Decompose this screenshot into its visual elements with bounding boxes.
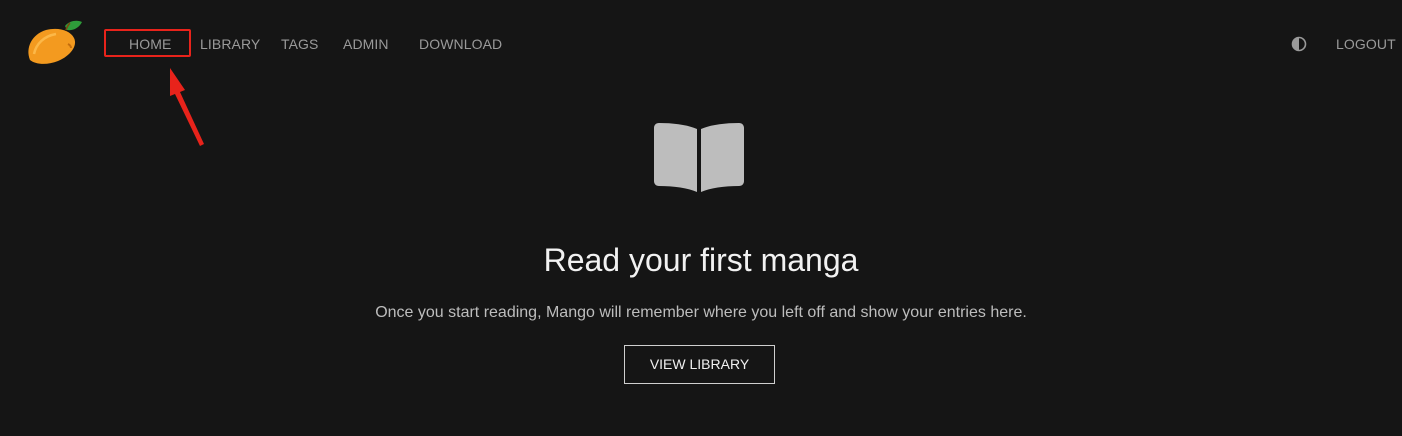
view-library-button[interactable]: VIEW LIBRARY (624, 345, 775, 384)
page: HOME LIBRARY TAGS ADMIN DOWNLOAD LOGOUT … (0, 0, 1402, 436)
nav-library[interactable]: LIBRARY (200, 34, 260, 54)
nav-download[interactable]: DOWNLOAD (419, 34, 502, 54)
contrast-half-circle-icon[interactable] (1291, 36, 1307, 52)
nav-admin[interactable]: ADMIN (343, 34, 389, 54)
nav-home[interactable]: HOME (129, 34, 171, 54)
empty-state-description: Once you start reading, Mango will remem… (375, 304, 1027, 321)
open-book-icon (652, 122, 746, 194)
annotation-arrow-icon (170, 68, 204, 146)
logout-link[interactable]: LOGOUT (1336, 34, 1396, 54)
mango-logo-icon[interactable] (24, 18, 84, 68)
empty-state-title: Read your first manga (543, 242, 859, 278)
nav-tags[interactable]: TAGS (281, 34, 318, 54)
